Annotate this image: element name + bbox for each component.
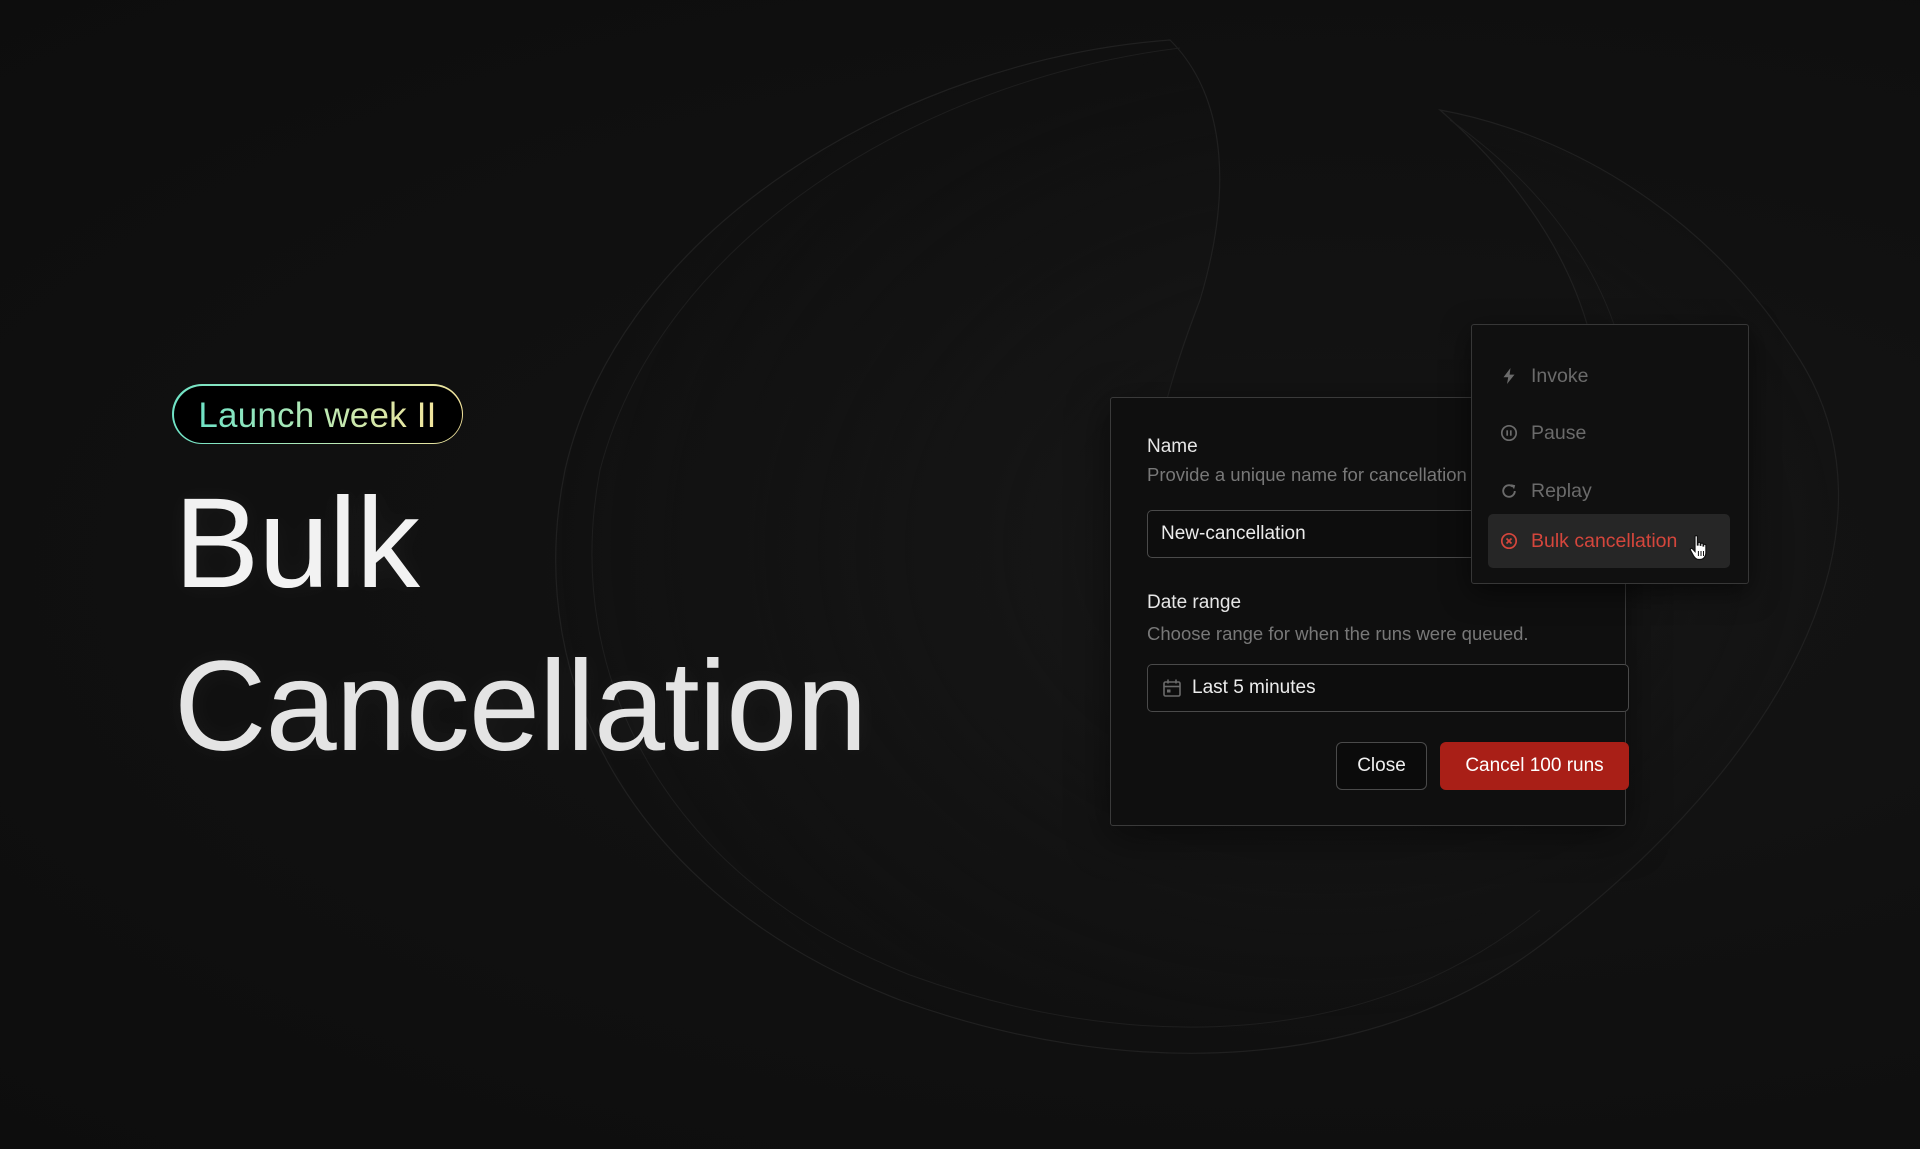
menu-item-label: Bulk cancellation — [1531, 529, 1678, 552]
name-label: Name — [1147, 436, 1198, 457]
date-range-value: Last 5 minutes — [1192, 677, 1316, 698]
pointer-hand-cursor-icon — [1689, 535, 1707, 561]
cancel-runs-button[interactable]: Cancel 100 runs — [1440, 742, 1629, 790]
page-title: Bulk Cancellation — [174, 462, 867, 788]
bolt-icon — [1503, 368, 1515, 384]
date-range-description: Choose range for when the runs were queu… — [1147, 623, 1529, 644]
menu-item-label: Replay — [1531, 479, 1592, 502]
pause-circle-icon — [1500, 424, 1518, 442]
replay-icon — [1502, 484, 1516, 498]
menu-item-pause[interactable]: Pause — [1488, 406, 1730, 460]
name-description: Provide a unique name for cancellation — [1147, 464, 1467, 485]
page-title-line-2: Cancellation — [174, 635, 867, 778]
menu-item-invoke[interactable]: Invoke — [1488, 349, 1730, 403]
menu-item-replay[interactable]: Replay — [1488, 464, 1730, 518]
x-circle-icon — [1500, 532, 1518, 550]
date-range-label: Date range — [1147, 592, 1242, 613]
menu-item-label: Invoke — [1531, 364, 1589, 387]
menu-item-label: Pause — [1531, 421, 1587, 444]
page-title-line-1: Bulk — [174, 472, 420, 615]
launch-week-badge: Launch week II — [172, 384, 463, 444]
close-button[interactable]: Close — [1336, 742, 1427, 790]
launch-week-badge-label: Launch week II — [198, 395, 437, 435]
date-range-picker[interactable]: Last 5 minutes — [1147, 664, 1629, 712]
name-input-value: New-cancellation — [1161, 523, 1306, 544]
calendar-icon — [1163, 679, 1181, 697]
